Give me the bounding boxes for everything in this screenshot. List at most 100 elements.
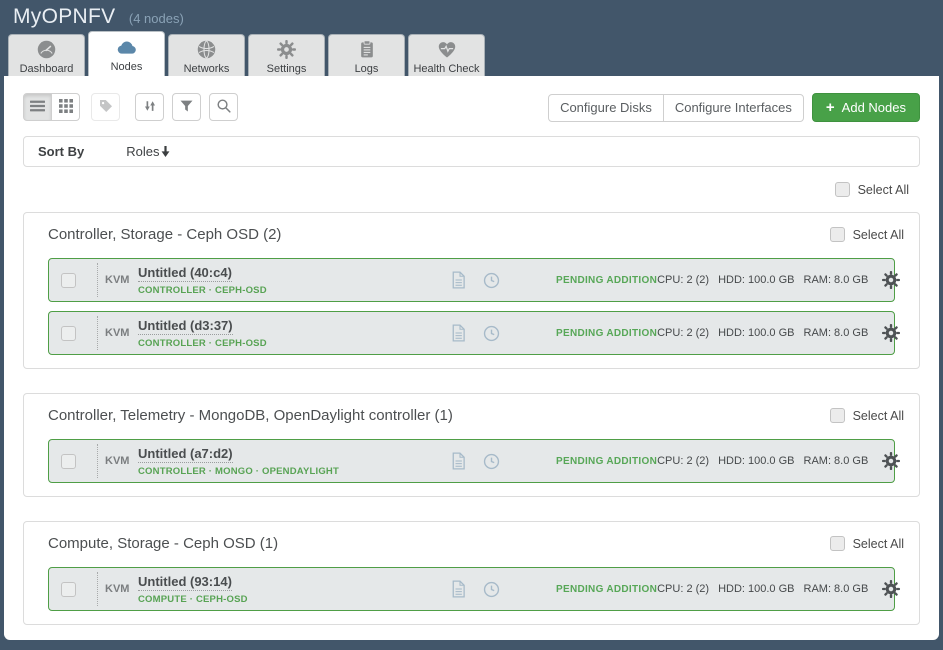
select-all-label: Select All — [858, 183, 909, 197]
node-details-icon[interactable] — [451, 324, 466, 342]
group-title: Controller, Telemetry - MongoDB, OpenDay… — [48, 407, 453, 424]
node-details-icon[interactable] — [451, 580, 466, 598]
plus-icon: + — [826, 100, 835, 115]
grid-view-icon — [59, 99, 73, 116]
label-nodes-button[interactable] — [91, 93, 120, 121]
divider — [97, 444, 98, 478]
node-details-icon[interactable] — [451, 271, 466, 289]
node-settings-gear-icon[interactable] — [881, 579, 901, 599]
configure-disks-button[interactable]: Configure Disks — [548, 94, 664, 122]
node-history-icon[interactable] — [483, 453, 500, 470]
cloud-icon — [115, 37, 138, 58]
tab-dashboard[interactable]: Dashboard — [8, 34, 85, 76]
node-history-icon[interactable] — [483, 581, 500, 598]
node-row[interactable]: KVM Untitled (93:14) COMPUTE · CEPH-OSD … — [48, 567, 895, 611]
divider — [97, 316, 98, 350]
sort-bar: Sort By Roles — [23, 136, 920, 167]
status-badge: PENDING ADDITION — [556, 328, 657, 339]
sort-nodes-button[interactable] — [135, 93, 164, 121]
dashboard-gauge-icon — [36, 39, 57, 60]
global-select-all: Select All — [23, 182, 909, 197]
sort-roles-control[interactable]: Roles — [126, 143, 171, 161]
node-settings-gear-icon[interactable] — [881, 270, 901, 290]
node-name[interactable]: Untitled (a7:d2) — [138, 446, 233, 463]
node-roles: CONTROLLER · MONGO · OPENDAYLIGHT — [138, 466, 451, 477]
view-mode-toggle — [23, 93, 80, 121]
hdd-value: HDD: 100.0 GB — [718, 583, 794, 595]
nodes-panel: Configure Disks Configure Interfaces + A… — [4, 76, 939, 640]
group-title: Controller, Storage - Ceph OSD (2) — [48, 226, 281, 243]
ram-value: RAM: 8.0 GB — [804, 583, 869, 595]
hypervisor-label: KVM — [105, 455, 135, 467]
tab-strip: Dashboard Nodes Networks Settings Logs H… — [8, 32, 943, 76]
tab-settings[interactable]: Settings — [248, 34, 325, 76]
hypervisor-label: KVM — [105, 274, 135, 286]
node-row[interactable]: KVM Untitled (a7:d2) CONTROLLER · MONGO … — [48, 439, 895, 483]
heartbeat-icon — [436, 39, 458, 60]
management-toolbar: Configure Disks Configure Interfaces + A… — [23, 93, 920, 122]
group-select-all-checkbox[interactable] — [830, 227, 845, 242]
node-checkbox[interactable] — [61, 273, 76, 288]
search-icon — [216, 98, 232, 117]
search-nodes-button[interactable] — [209, 93, 238, 121]
node-row[interactable]: KVM Untitled (40:c4) CONTROLLER · CEPH-O… — [48, 258, 895, 302]
node-history-icon[interactable] — [483, 272, 500, 289]
tab-logs[interactable]: Logs — [328, 34, 405, 76]
filter-nodes-button[interactable] — [172, 93, 201, 121]
node-group: Controller, Telemetry - MongoDB, OpenDay… — [23, 393, 920, 497]
node-settings-gear-icon[interactable] — [881, 451, 901, 471]
node-name[interactable]: Untitled (40:c4) — [138, 265, 232, 282]
node-group: Controller, Storage - Ceph OSD (2) Selec… — [23, 212, 920, 369]
add-nodes-button[interactable]: + Add Nodes — [812, 93, 920, 122]
divider — [97, 263, 98, 297]
tab-label: Logs — [355, 63, 379, 75]
add-nodes-label: Add Nodes — [842, 100, 906, 115]
node-settings-gear-icon[interactable] — [881, 323, 901, 343]
node-roles: CONTROLLER · CEPH-OSD — [138, 338, 451, 349]
arrow-down-icon — [159, 143, 171, 161]
list-view-icon — [30, 100, 45, 115]
group-select-all-checkbox[interactable] — [830, 408, 845, 423]
clipboard-icon — [357, 39, 377, 60]
tag-icon — [98, 98, 114, 117]
configure-interfaces-button[interactable]: Configure Interfaces — [663, 94, 804, 122]
tab-nodes[interactable]: Nodes — [88, 31, 165, 76]
tab-label: Nodes — [111, 61, 143, 73]
tab-label: Settings — [267, 63, 307, 75]
hypervisor-label: KVM — [105, 583, 135, 595]
node-checkbox[interactable] — [61, 326, 76, 341]
ram-value: RAM: 8.0 GB — [804, 327, 869, 339]
cpu-value: CPU: 2 (2) — [657, 274, 709, 286]
node-history-icon[interactable] — [483, 325, 500, 342]
status-badge: PENDING ADDITION — [556, 456, 657, 467]
ram-value: RAM: 8.0 GB — [804, 274, 869, 286]
list-view-button[interactable] — [23, 93, 52, 121]
node-checkbox[interactable] — [61, 454, 76, 469]
tab-health-check[interactable]: Health Check — [408, 34, 485, 76]
group-title: Compute, Storage - Ceph OSD (1) — [48, 535, 278, 552]
group-select-all-checkbox[interactable] — [830, 536, 845, 551]
divider — [97, 572, 98, 606]
status-badge: PENDING ADDITION — [556, 584, 657, 595]
sort-by-label: Sort By — [38, 144, 84, 159]
filter-funnel-icon — [179, 98, 194, 116]
node-row[interactable]: KVM Untitled (d3:37) CONTROLLER · CEPH-O… — [48, 311, 895, 355]
select-all-checkbox[interactable] — [835, 182, 850, 197]
select-all-label: Select All — [853, 537, 904, 551]
node-name[interactable]: Untitled (93:14) — [138, 574, 232, 591]
cpu-value: CPU: 2 (2) — [657, 583, 709, 595]
gear-icon — [276, 39, 297, 60]
node-checkbox[interactable] — [61, 582, 76, 597]
tab-networks[interactable]: Networks — [168, 34, 245, 76]
select-all-label: Select All — [853, 228, 904, 242]
node-roles: COMPUTE · CEPH-OSD — [138, 594, 451, 605]
environment-header: MyOPNFV (4 nodes) — [0, 0, 943, 32]
node-details-icon[interactable] — [451, 452, 466, 470]
sort-value-label: Roles — [126, 144, 159, 159]
grid-view-button[interactable] — [51, 93, 80, 121]
node-name[interactable]: Untitled (d3:37) — [138, 318, 233, 335]
configure-button-group: Configure Disks Configure Interfaces — [548, 94, 804, 122]
hdd-value: HDD: 100.0 GB — [718, 327, 794, 339]
page-title: MyOPNFV — [13, 5, 115, 29]
hdd-value: HDD: 100.0 GB — [718, 274, 794, 286]
